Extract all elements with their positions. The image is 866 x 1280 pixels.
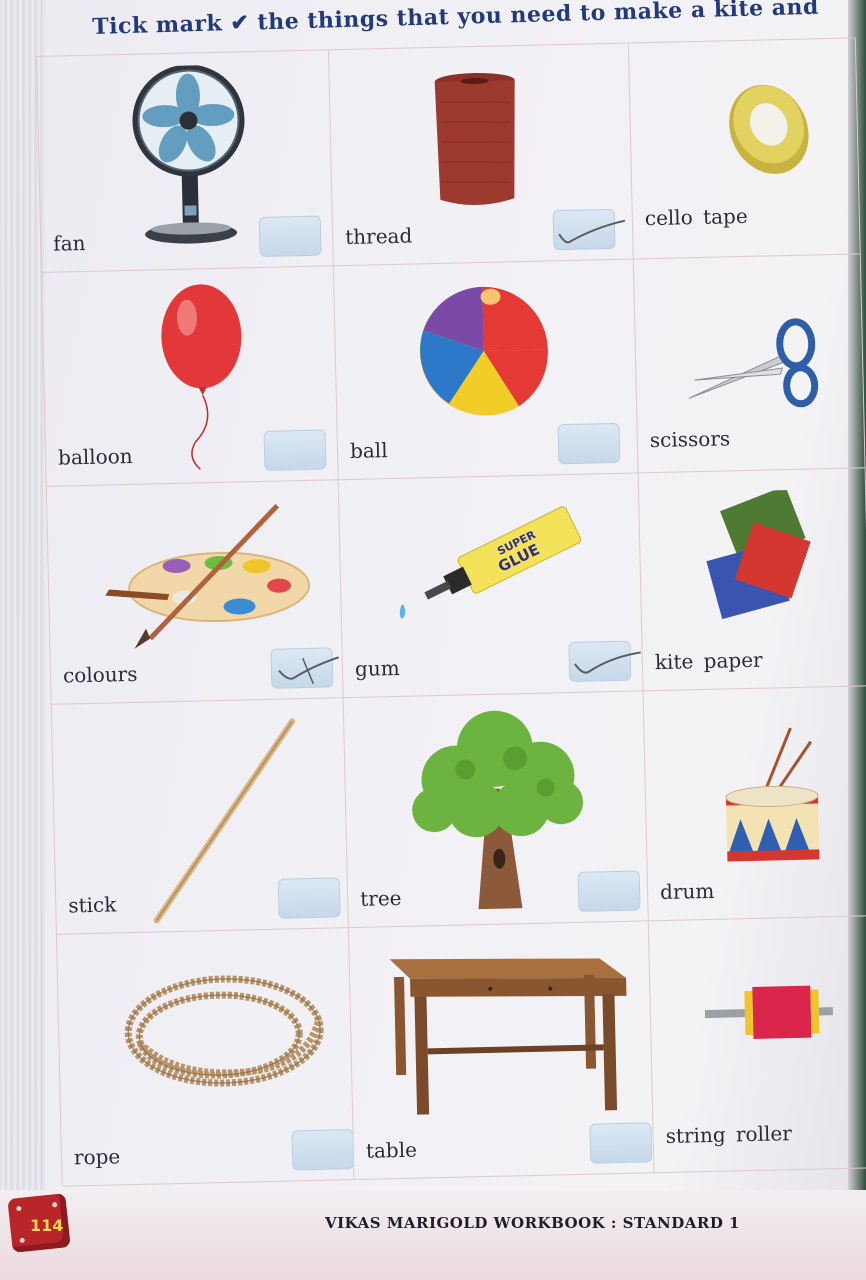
tree-icon xyxy=(412,710,584,910)
tick-box-table[interactable] xyxy=(589,1122,653,1164)
item-cell-stick: stick xyxy=(51,698,349,935)
rope-icon xyxy=(124,975,324,1087)
scissors-icon xyxy=(688,318,819,408)
kite-paper-icon xyxy=(706,489,811,620)
item-label: scissors xyxy=(649,426,731,453)
item-label: cello tape xyxy=(644,203,748,231)
item-cell-fan: fan xyxy=(37,50,334,273)
item-cell-balloon: balloon xyxy=(41,266,339,487)
item-cell-ball: ball xyxy=(333,259,639,481)
item-label: stick xyxy=(68,892,117,918)
item-label: kite paper xyxy=(654,647,763,675)
item-cell-colours: colours xyxy=(46,480,344,705)
tape-roll-icon xyxy=(729,84,809,174)
page-number: 114 xyxy=(30,1216,64,1235)
tick-box-stick[interactable] xyxy=(277,877,341,919)
workbook-page: Tick mark ✔ the things that you need to … xyxy=(0,0,866,1280)
item-label: fan xyxy=(52,230,86,256)
item-label: balloon xyxy=(57,443,133,470)
tick-box-balloon[interactable] xyxy=(263,429,327,471)
kite-string-roller-icon xyxy=(704,985,833,1039)
pencil-tick-mark xyxy=(278,656,340,685)
thread-spool-icon xyxy=(434,73,515,206)
item-cell-drum: drum xyxy=(643,686,866,922)
instruction-text-before: Tick mark xyxy=(92,10,223,40)
item-label: table xyxy=(365,1137,418,1163)
tick-box-tree[interactable] xyxy=(577,870,641,912)
item-grid: fan thread cello tape balloon ball sciss… xyxy=(36,37,866,1187)
item-cell-cello-tape: cello tape xyxy=(628,38,861,260)
paint-palette-icon xyxy=(105,503,311,649)
fan-icon xyxy=(132,64,245,244)
item-label: colours xyxy=(62,661,138,688)
item-cell-tree: tree xyxy=(343,691,649,929)
table-icon xyxy=(389,958,627,1115)
item-label: tree xyxy=(359,885,402,911)
pencil-tick-mark xyxy=(558,219,626,244)
item-cell-scissors: scissors xyxy=(633,254,866,474)
beach-ball-icon xyxy=(419,286,548,416)
item-cell-string-roller: string roller xyxy=(648,916,866,1174)
glue-tube-icon: SUPER GLUE xyxy=(399,506,582,619)
item-label: gum xyxy=(354,655,400,681)
item-cell-kite-paper: kite paper xyxy=(638,468,866,692)
instruction-heading: Tick mark ✔ the things that you need to … xyxy=(92,0,852,40)
footer-title: VIKAS MARIGOLD WORKBOOK : STANDARD 1 xyxy=(325,1214,740,1232)
item-cell-thread: thread xyxy=(328,43,634,267)
item-label: string roller xyxy=(665,1121,792,1148)
tick-mark-icon: ✔ xyxy=(230,9,250,37)
item-label: rope xyxy=(73,1144,121,1170)
pencil-tick-mark xyxy=(574,651,641,674)
item-cell-rope: rope xyxy=(56,928,355,1187)
tick-box-fan[interactable] xyxy=(258,215,322,257)
tick-box-ball[interactable] xyxy=(557,422,621,465)
item-cell-table: table xyxy=(348,921,655,1181)
drum-icon xyxy=(725,727,820,862)
page-footer xyxy=(0,1190,866,1280)
item-label: thread xyxy=(344,223,413,250)
item-cell-gum: SUPER GLUE gum xyxy=(338,473,644,699)
item-label: drum xyxy=(659,878,715,905)
instruction-text-after: the things that you need to make a kite … xyxy=(257,0,820,36)
item-label: ball xyxy=(349,438,388,463)
balloon-icon xyxy=(161,284,242,470)
tick-box-rope[interactable] xyxy=(291,1129,355,1171)
